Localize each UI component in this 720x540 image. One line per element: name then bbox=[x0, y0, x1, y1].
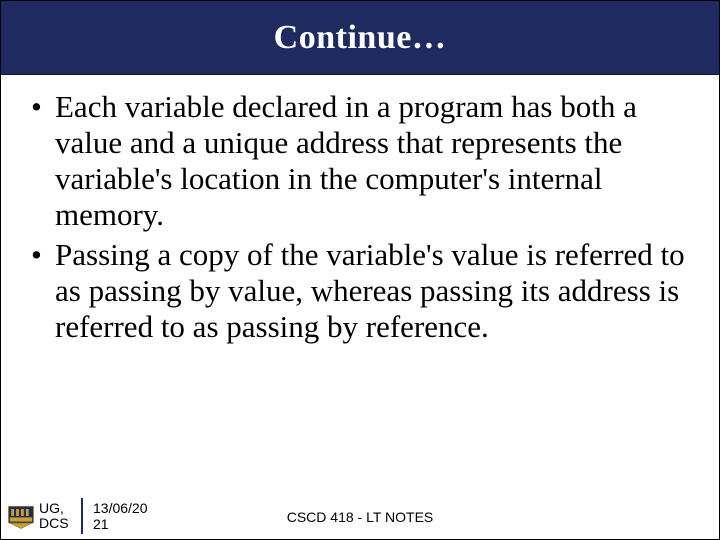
org-line2: DCS bbox=[39, 515, 69, 531]
footer: UG, DCS 13/06/20 21 CSCD 418 - LT NOTES bbox=[1, 493, 719, 539]
date-line2: 21 bbox=[93, 516, 109, 532]
bullet-item: Passing a copy of the variable's value i… bbox=[29, 237, 691, 345]
date-label: 13/06/20 21 bbox=[93, 500, 163, 532]
org-line1: UG, bbox=[39, 500, 64, 516]
slide: Continue… Each variable declared in a pr… bbox=[0, 0, 720, 540]
bullet-item: Each variable declared in a program has … bbox=[29, 89, 691, 233]
title-bar: Continue… bbox=[1, 1, 719, 75]
slide-body: Each variable declared in a program has … bbox=[1, 75, 719, 345]
course-label: CSCD 418 - LT NOTES bbox=[287, 509, 434, 525]
university-logo-icon bbox=[7, 502, 35, 530]
bullet-list: Each variable declared in a program has … bbox=[29, 89, 691, 345]
org-label: UG, DCS bbox=[39, 501, 75, 532]
date-line1: 13/06/20 bbox=[93, 500, 148, 516]
slide-title: Continue… bbox=[274, 19, 447, 57]
footer-divider bbox=[81, 498, 83, 534]
